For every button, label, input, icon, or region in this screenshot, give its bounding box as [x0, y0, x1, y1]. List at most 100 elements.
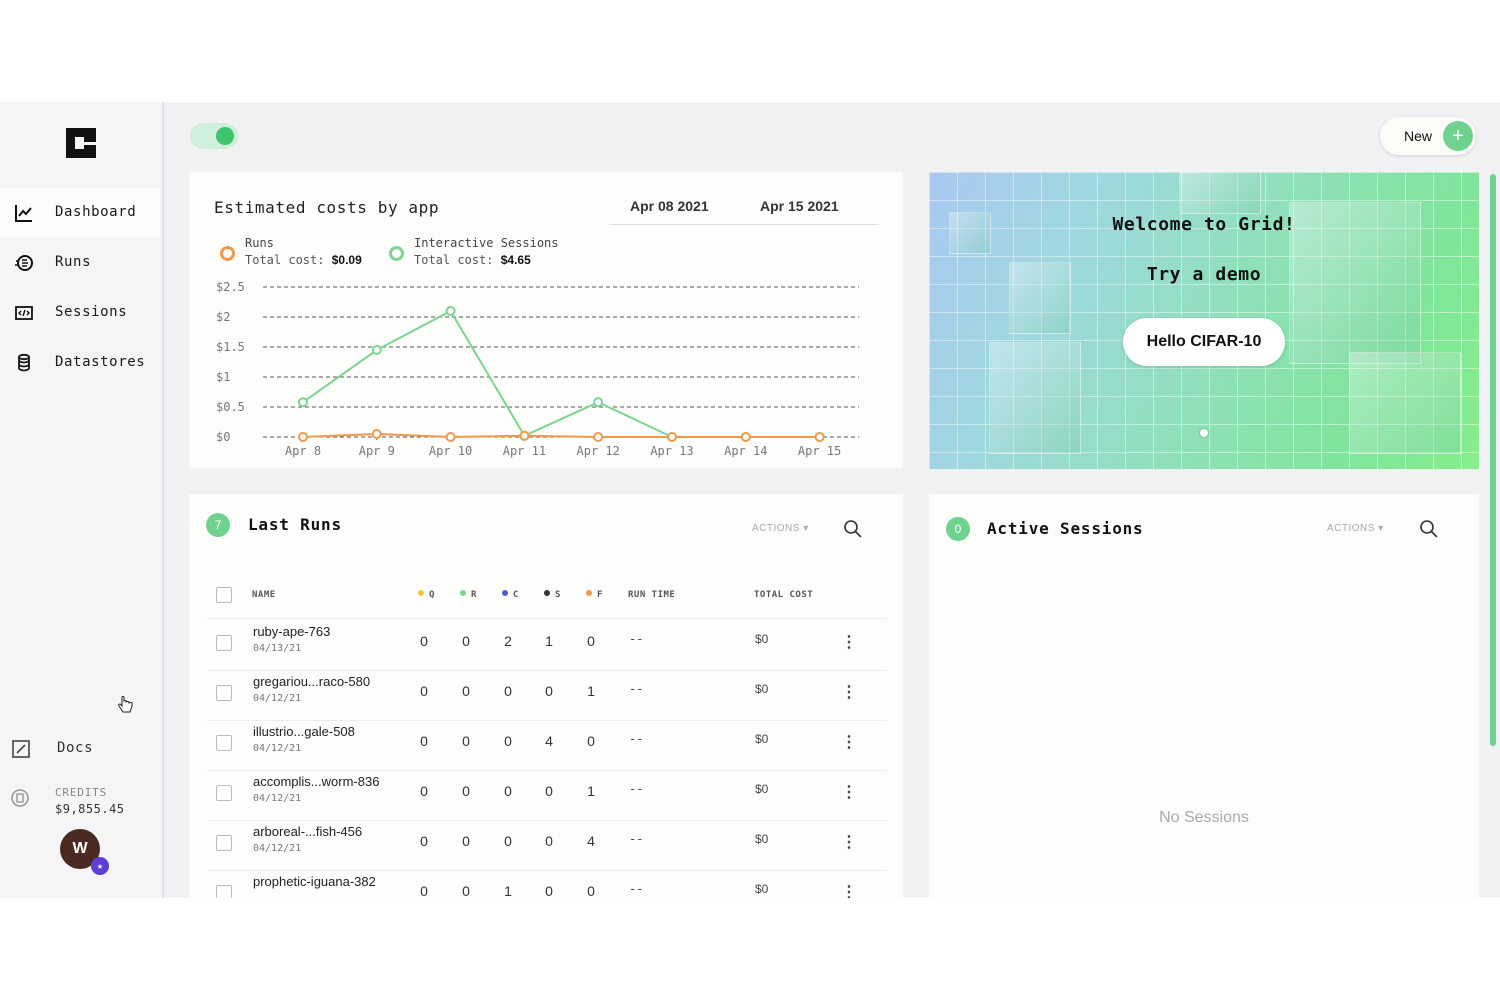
column-header-run-time[interactable]: RUN TIME: [628, 590, 675, 600]
run-name[interactable]: illustrio...gale-508: [253, 724, 355, 739]
column-header-c[interactable]: C: [502, 590, 519, 600]
row-checkbox[interactable]: [216, 685, 232, 701]
theme-toggle[interactable]: [190, 123, 238, 149]
scrollbar[interactable]: [1490, 174, 1496, 746]
run-total-cost: $0: [755, 732, 769, 746]
code-window-icon: [15, 306, 33, 320]
x-tick-label: Apr 9: [359, 444, 395, 458]
column-header-s[interactable]: S: [544, 590, 561, 600]
sidebar-item-datastores[interactable]: Datastores: [0, 338, 160, 388]
welcome-title: Welcome to Grid!: [1112, 214, 1296, 235]
run-name[interactable]: gregariou...raco-580: [253, 674, 370, 689]
status-count-f: 4: [587, 833, 595, 849]
table-row[interactable]: ruby-ape-763 04/13/21 0 0 2 1 0 -- $0 ⋮: [207, 620, 887, 671]
table-row[interactable]: accomplis...worm-836 04/12/21 0 0 0 0 1 -- $0 ⋮: [207, 770, 887, 821]
status-count-r: 0: [462, 633, 470, 649]
status-count-s: 0: [545, 683, 553, 699]
x-tick-label: Apr 13: [650, 444, 693, 458]
sidebar-item-dashboard[interactable]: Dashboard: [0, 188, 160, 238]
runs-actions-dropdown[interactable]: ACTIONS ▾: [752, 523, 809, 534]
table-row[interactable]: prophetic-iguana-382 0 0 1 0 0 -- $0 ⋮: [207, 870, 887, 898]
run-total-cost: $0: [755, 882, 769, 896]
run-time: --: [629, 882, 644, 896]
runs-icon: [15, 255, 33, 271]
x-tick-label: Apr 11: [503, 444, 546, 458]
status-count-s: 1: [545, 633, 553, 649]
status-count-f: 0: [587, 883, 595, 898]
search-icon[interactable]: [843, 519, 863, 539]
status-count-s: 4: [545, 733, 553, 749]
status-count-r: 0: [462, 833, 470, 849]
welcome-subtitle: Try a demo: [1146, 264, 1262, 285]
status-count-f: 0: [587, 633, 595, 649]
more-options-icon[interactable]: ⋮: [841, 732, 857, 752]
column-header-total-cost[interactable]: TOTAL COST: [754, 590, 813, 600]
search-icon[interactable]: [1419, 519, 1439, 539]
more-options-icon[interactable]: ⋮: [841, 832, 857, 852]
decorative-cube: [1349, 352, 1461, 454]
column-header-r[interactable]: R: [460, 590, 477, 600]
x-tick-label: Apr 12: [577, 444, 620, 458]
last-runs-card: 7 Last Runs ACTIONS ▾ NAME Q R C S F RUN…: [189, 494, 903, 898]
run-date: 04/12/21: [253, 693, 302, 704]
status-count-c: 0: [504, 783, 512, 799]
column-header-f[interactable]: F: [586, 590, 603, 600]
run-total-cost: $0: [755, 832, 769, 846]
demo-button[interactable]: Hello CIFAR-10: [1123, 318, 1285, 366]
run-date: 04/13/21: [253, 643, 302, 654]
data-point-sessions: [298, 397, 308, 408]
failed-dot-icon: [586, 590, 592, 596]
row-checkbox[interactable]: [216, 785, 232, 801]
data-point-runs: [814, 432, 825, 442]
row-checkbox[interactable]: [216, 885, 232, 898]
column-header-name[interactable]: NAME: [252, 590, 276, 600]
new-button[interactable]: New +: [1380, 117, 1476, 155]
completed-dot-icon: [502, 590, 508, 596]
sidebar-item-sessions[interactable]: Sessions: [0, 288, 160, 338]
data-point-runs: [667, 432, 677, 442]
table-row[interactable]: illustrio...gale-508 04/12/21 0 0 0 4 0 -- $0 ⋮: [207, 720, 887, 771]
grid-logo[interactable]: [62, 124, 100, 162]
run-time: --: [629, 832, 644, 846]
status-count-q: 0: [420, 783, 428, 799]
carousel-dot[interactable]: [1200, 429, 1208, 437]
more-options-icon[interactable]: ⋮: [841, 632, 857, 652]
status-count-r: 0: [462, 733, 470, 749]
sidebar-item-runs[interactable]: Runs: [0, 238, 160, 288]
credits-value: $9,855.45: [55, 802, 125, 816]
welcome-banner: Welcome to Grid! Try a demo Hello CIFAR-…: [929, 172, 1479, 469]
status-count-f: 1: [587, 783, 595, 799]
run-name[interactable]: ruby-ape-763: [253, 624, 330, 639]
row-checkbox[interactable]: [216, 735, 232, 751]
header-divider: [207, 618, 887, 619]
column-header-q[interactable]: Q: [418, 590, 435, 600]
active-sessions-title: Active Sessions: [987, 519, 1144, 538]
sidebar-item-label: Sessions: [55, 304, 128, 320]
row-checkbox[interactable]: [216, 835, 232, 851]
sidebar: Dashboard Runs Sessions Datastores Docs …: [0, 102, 164, 898]
data-point-runs: [740, 432, 751, 442]
docs-link[interactable]: Docs: [0, 734, 160, 764]
select-all-checkbox[interactable]: [216, 587, 232, 603]
run-name[interactable]: arboreal-...fish-456: [253, 824, 362, 839]
docs-label: Docs: [57, 740, 94, 756]
data-point-runs: [371, 429, 382, 439]
y-tick-label: $0.5: [216, 400, 245, 414]
table-row[interactable]: gregariou...raco-580 04/12/21 0 0 0 0 1 -- $0 ⋮: [207, 670, 887, 721]
no-sessions-text: No Sessions: [1159, 809, 1249, 826]
decorative-cube: [1179, 172, 1261, 214]
hand-cursor-icon: [118, 696, 133, 713]
table-row[interactable]: arboreal-...fish-456 04/12/21 0 0 0 0 4 -- $0 ⋮: [207, 820, 887, 871]
row-checkbox[interactable]: [216, 635, 232, 651]
plus-icon: +: [1443, 121, 1473, 151]
status-count-s: 0: [545, 783, 553, 799]
run-name[interactable]: prophetic-iguana-382: [253, 874, 376, 889]
status-count-q: 0: [420, 833, 428, 849]
run-date: 04/12/21: [253, 793, 302, 804]
x-tick-label: Apr 10: [429, 444, 472, 458]
more-options-icon[interactable]: ⋮: [841, 782, 857, 802]
more-options-icon[interactable]: ⋮: [841, 682, 857, 702]
sessions-actions-dropdown[interactable]: ACTIONS ▾: [1327, 523, 1384, 534]
more-options-icon[interactable]: ⋮: [841, 882, 857, 898]
run-name[interactable]: accomplis...worm-836: [253, 774, 379, 789]
